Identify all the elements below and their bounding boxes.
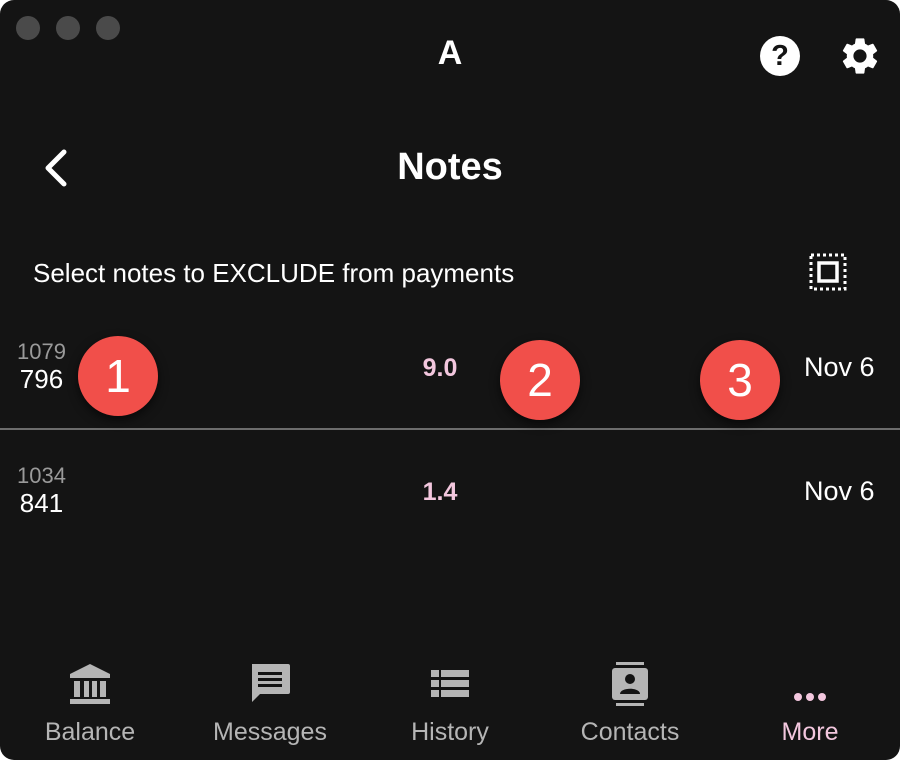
contacts-icon: [612, 662, 648, 706]
note-amount: 1.4: [422, 478, 458, 506]
note-id-bottom: 841: [19, 488, 64, 518]
settings-button[interactable]: [838, 34, 882, 78]
note-id: 1034 841: [17, 463, 66, 519]
nav-label-contacts: Contacts: [580, 718, 680, 746]
instruction-text: Select notes to EXCLUDE from payments: [33, 258, 515, 288]
note-amount: 9.0: [422, 354, 458, 382]
note-id-bottom: 796: [19, 364, 64, 394]
nav-item-balance[interactable]: Balance: [0, 650, 180, 760]
nav-item-history[interactable]: History: [360, 650, 540, 760]
help-icon: ?: [771, 39, 789, 72]
nav-label-messages: Messages: [213, 718, 327, 746]
annotation-badge-2: 2: [500, 340, 580, 420]
list-icon: [431, 670, 469, 697]
note-id-top: 1079: [17, 339, 66, 364]
select-all-icon: [809, 253, 847, 291]
annotation-badge-3: 3: [700, 340, 780, 420]
nav-item-messages[interactable]: Messages: [180, 650, 360, 760]
app-window: A ? Notes Select notes to EXCLUDE from p…: [0, 0, 900, 760]
note-id-top: 1034: [17, 463, 66, 488]
nav-item-contacts[interactable]: Contacts: [540, 650, 720, 760]
bank-icon: [70, 664, 110, 704]
nav-label-balance: Balance: [44, 718, 136, 746]
note-date: Nov 6: [804, 476, 875, 506]
nav-label-more: More: [781, 718, 839, 746]
help-button[interactable]: ?: [760, 36, 800, 76]
note-row[interactable]: 1034 841 1.4 Nov 6: [0, 452, 900, 552]
annotation-badge-1: 1: [78, 336, 158, 416]
gear-icon: [842, 38, 878, 74]
select-all-button[interactable]: [808, 252, 848, 292]
message-icon: [252, 664, 290, 702]
page-title: Notes: [397, 146, 503, 188]
note-id: 1079 796: [17, 339, 66, 395]
nav-label-history: History: [411, 718, 489, 746]
nav-item-more[interactable]: More: [720, 650, 900, 760]
bottom-navigation: Balance Messages History Contacts More: [0, 650, 900, 760]
more-icon: [794, 693, 826, 701]
note-date: Nov 6: [804, 352, 875, 382]
